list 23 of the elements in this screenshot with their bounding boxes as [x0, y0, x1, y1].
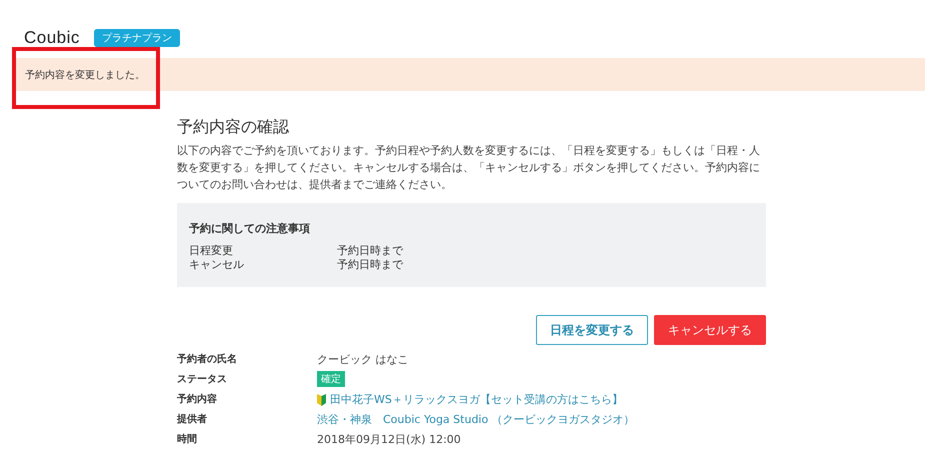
note-label: 日程変更: [189, 244, 234, 258]
plan-badge: プラチナプラン: [94, 29, 180, 47]
notice-message: 予約内容を変更しました。: [25, 68, 145, 82]
description: 以下の内容でご予約を頂いております。予約日程や予約人数を変更するには、「日程を変更する」もしくは「日程・人数を変更する」を押してください。キャンセルする場合は、「キャンセルする」ボタンを押してください。予約内容についてのお問い合わせは、提供者までご連絡ください。: [177, 143, 761, 193]
status-badge: 確定: [317, 371, 345, 387]
detail-label: ステータス: [177, 373, 228, 386]
page-title: 予約内容の確認: [177, 117, 290, 138]
leaf-icon: [317, 392, 326, 406]
detail-label: 予約内容: [177, 392, 218, 406]
cancel-button[interactable]: キャンセルする: [654, 315, 766, 345]
detail-label: 予約者の氏名: [177, 352, 238, 366]
note-label: キャンセル: [189, 258, 245, 272]
note-value: 予約日時まで: [337, 258, 403, 272]
logo[interactable]: Coubic: [24, 28, 80, 48]
notes-heading: 予約に関しての注意事項: [189, 221, 311, 236]
course-link[interactable]: 田中花子WS＋リラックスヨガ【セット受講の方はこちら】: [330, 392, 623, 406]
provider-link[interactable]: 渋谷・神泉 Coubic Yoga Studio （クービックヨガスタジオ）: [317, 412, 635, 426]
detail-label: 時間: [177, 432, 198, 446]
note-value: 予約日時まで: [337, 244, 403, 258]
detail-value: 2018年09月12日(水) 12:00: [317, 432, 461, 446]
detail-value: クービック はなこ: [317, 352, 408, 366]
change-date-button[interactable]: 日程を変更する: [536, 315, 648, 345]
detail-label: 提供者: [177, 412, 208, 426]
